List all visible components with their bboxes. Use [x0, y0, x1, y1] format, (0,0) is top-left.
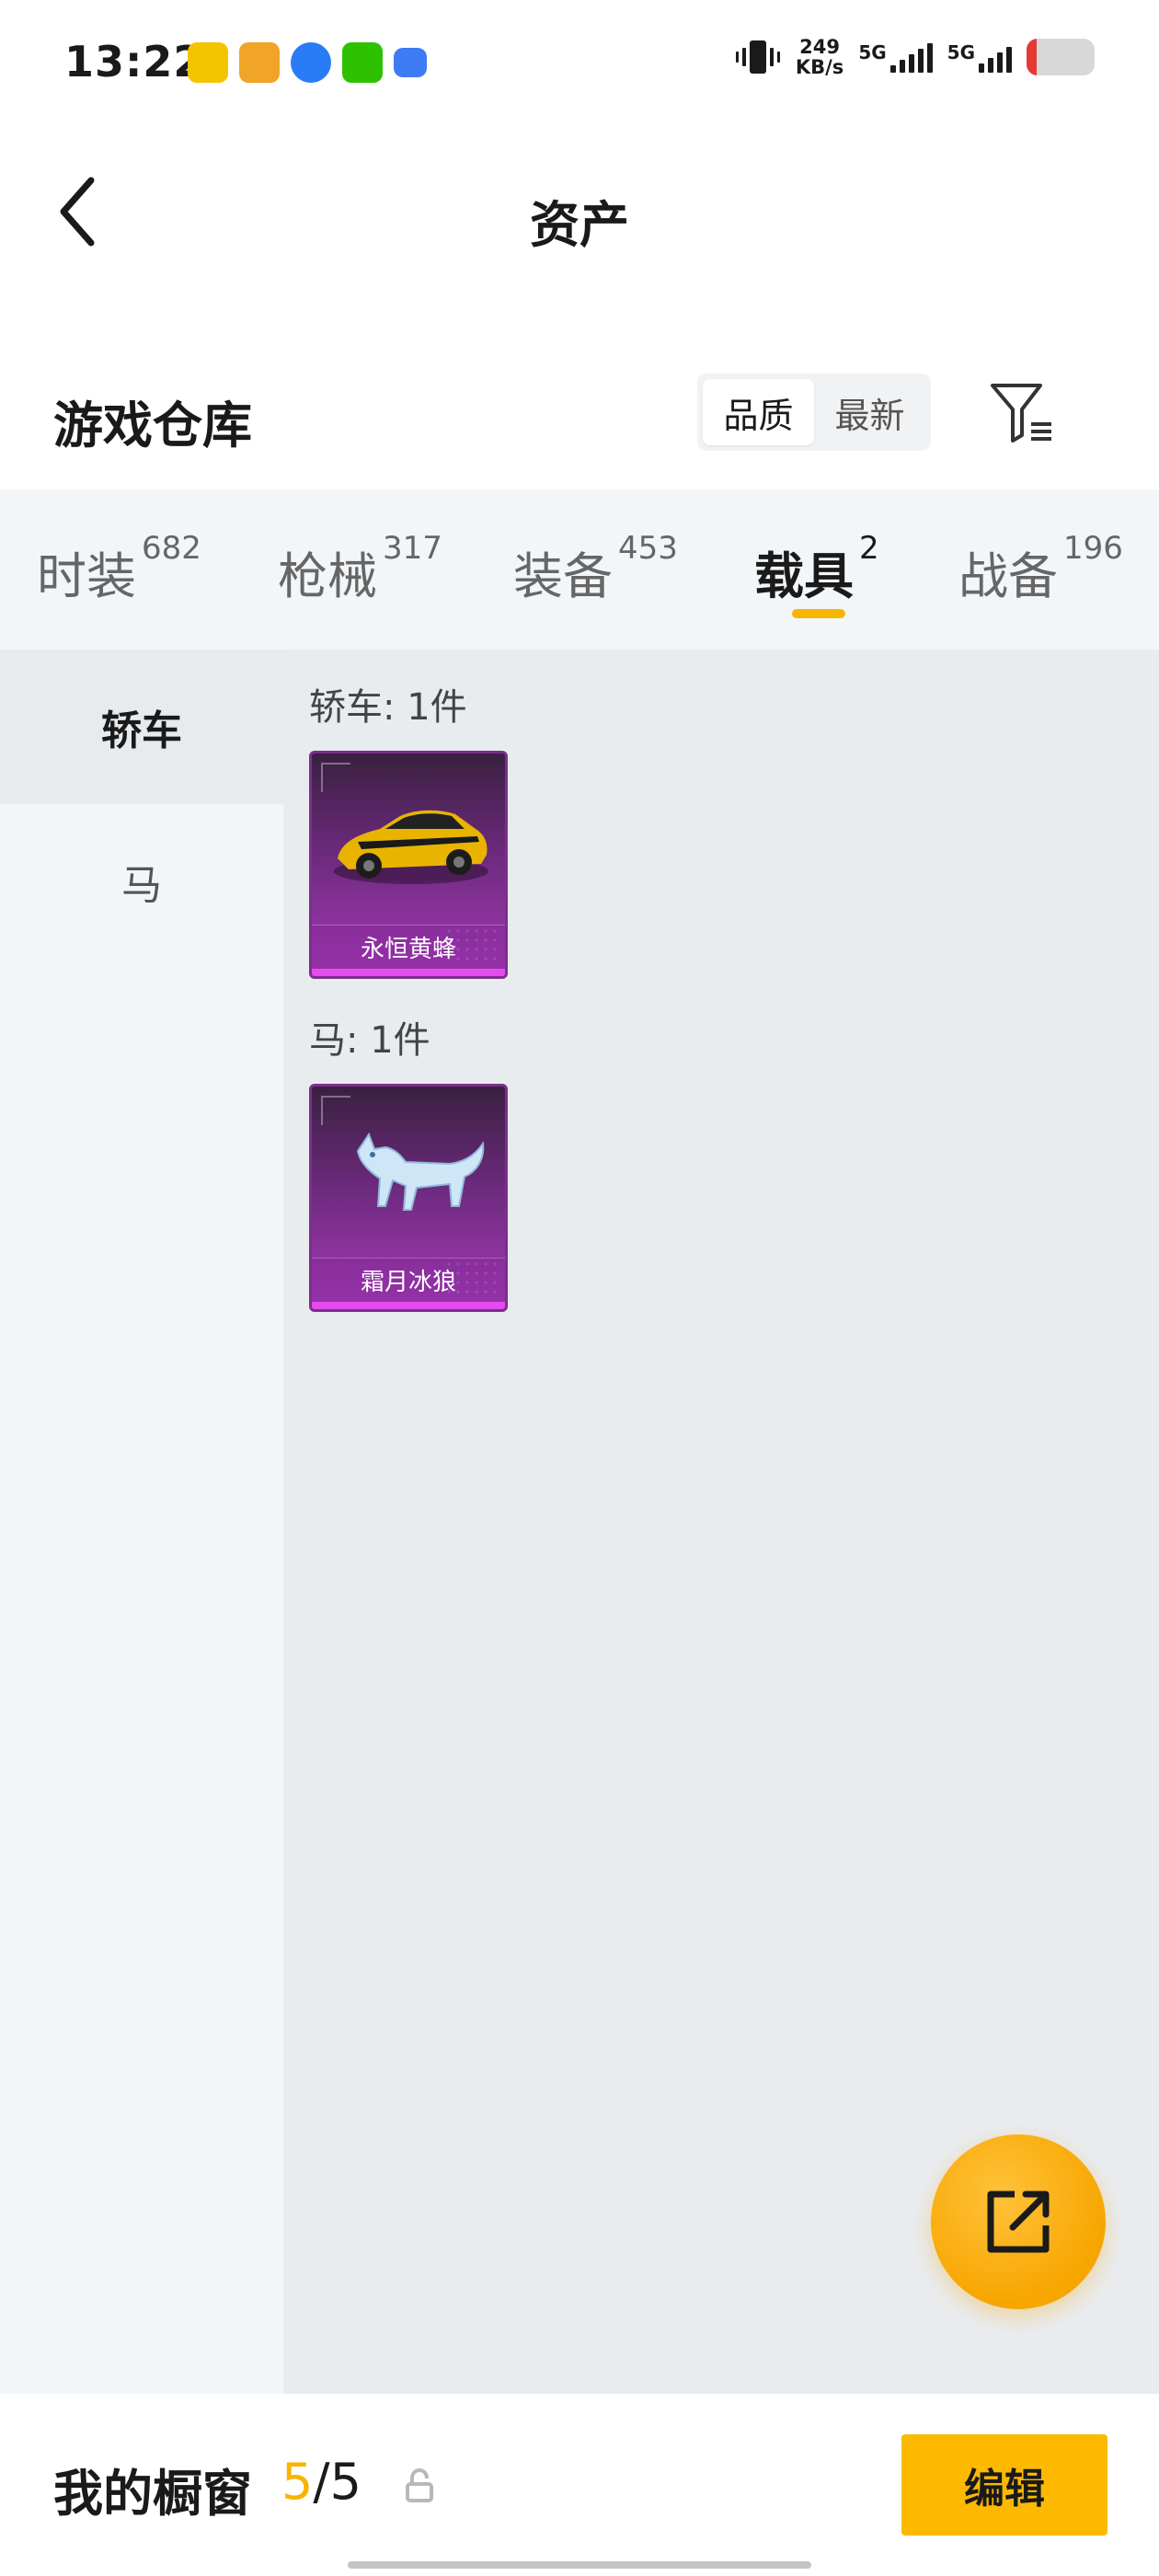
status-time: 13:22	[64, 37, 204, 86]
network-speed: 249 KB/s	[795, 36, 844, 78]
game-app-icon	[188, 42, 228, 83]
subcategory-sidebar: 轿车 马	[0, 650, 283, 2394]
item-name: 霜月冰狼	[312, 1258, 505, 1302]
sort-toggle: 品质 最新	[697, 374, 931, 451]
group-label-sedan: 轿车: 1件	[309, 686, 467, 729]
filter-button[interactable]	[986, 377, 1060, 451]
item-grid: 轿车: 1件 永恒黄蜂 马: 1件 霜月冰狼	[283, 650, 1159, 2394]
tab-vehicles[interactable]: 载具 2	[754, 530, 879, 618]
sidebar-item-horse[interactable]: 马	[0, 804, 283, 959]
battery-icon	[1027, 39, 1095, 75]
warehouse-header: 游戏仓库 品质 最新	[0, 350, 1159, 488]
tab-equipment[interactable]: 装备 453	[513, 530, 678, 618]
share-export-icon	[987, 2191, 1050, 2253]
ice-wolf-icon	[356, 1132, 485, 1211]
edit-button[interactable]: 编辑	[901, 2434, 1107, 2536]
battery-level	[1027, 39, 1038, 75]
showcase-count: 5/5	[281, 2453, 361, 2511]
sort-option-newest[interactable]: 最新	[814, 379, 925, 445]
sort-option-quality[interactable]: 品质	[703, 379, 814, 445]
section-title: 游戏仓库	[53, 397, 252, 454]
tab-firearms[interactable]: 枪械 317	[278, 530, 442, 618]
category-tabs: 时装 682 枪械 317 装备 453 载具 2 战备 196	[0, 489, 1159, 650]
showcase-label: 我的橱窗	[53, 2465, 252, 2523]
item-card[interactable]: 永恒黄蜂	[309, 751, 508, 979]
notification-icons	[188, 42, 427, 83]
filter-icon	[991, 384, 1051, 443]
title-bar: 资产	[0, 129, 1159, 294]
signal-bars-icon	[889, 41, 933, 73]
rarity-bar	[312, 1302, 505, 1309]
group-label-horse: 马: 1件	[309, 1019, 430, 1062]
signal-sim1: 5G	[858, 41, 933, 73]
item-name: 永恒黄蜂	[312, 925, 505, 969]
lock-icon	[406, 2467, 433, 2502]
page-title: 资产	[530, 196, 629, 254]
game-app-icon-2	[239, 42, 280, 83]
tab-fashion[interactable]: 时装 682	[37, 530, 201, 618]
status-bar: 13:22 249 KB/s 5G 5G	[0, 0, 1159, 129]
wechat-icon	[342, 42, 383, 83]
signal-sim2: 5G	[947, 41, 1012, 73]
item-card[interactable]: 霜月冰狼	[309, 1084, 508, 1312]
sports-car-icon	[334, 810, 488, 884]
vibrate-icon	[735, 40, 780, 74]
rarity-bar	[312, 969, 505, 976]
status-indicators: 249 KB/s 5G 5G	[735, 37, 1095, 77]
signal-bars-icon	[979, 41, 1012, 73]
active-tab-indicator	[792, 609, 845, 618]
tab-combat-gear[interactable]: 战备 196	[958, 530, 1123, 618]
chat-app-icon	[394, 48, 427, 77]
bottom-bar: 我的橱窗 5/5 编辑	[0, 2394, 1159, 2576]
home-indicator[interactable]	[348, 2561, 811, 2569]
browser-icon	[291, 42, 331, 83]
share-button[interactable]	[931, 2134, 1106, 2309]
sidebar-item-sedan[interactable]: 轿车	[0, 650, 283, 804]
